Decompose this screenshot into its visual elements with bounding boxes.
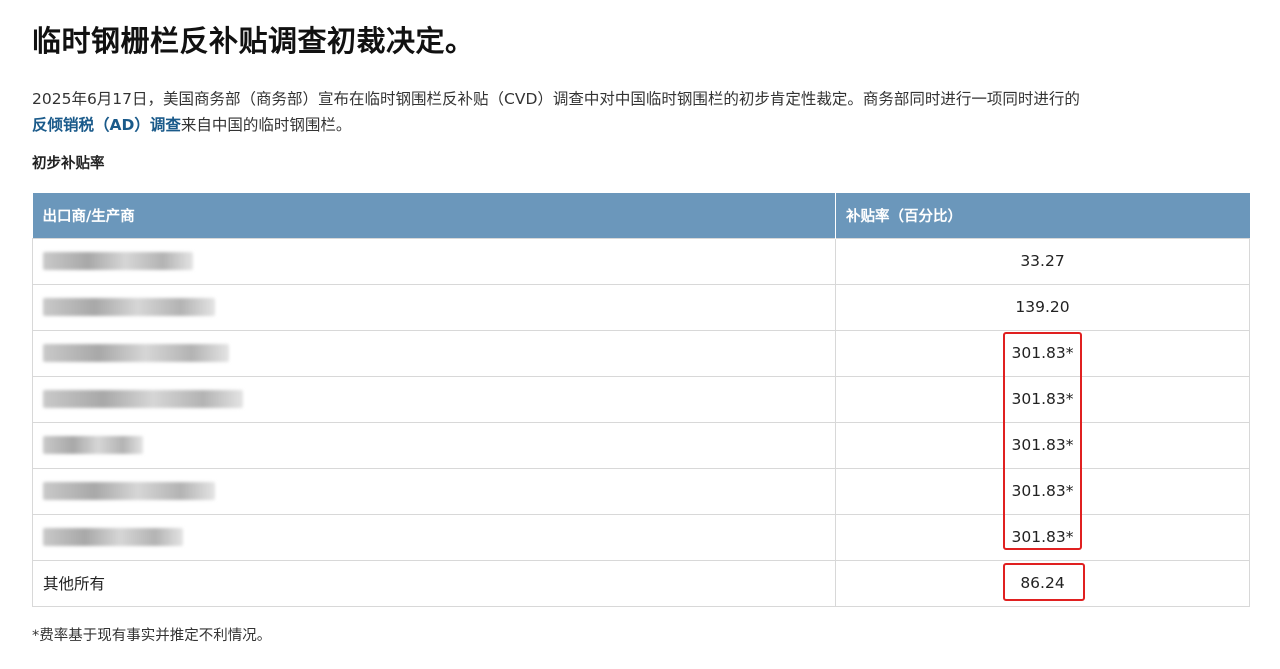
header-rate: 补贴率（百分比） [835,193,1250,238]
intro-paragraph: 2025年6月17日，美国商务部（商务部）宣布在临时钢围栏反补贴（CVD）调查中… [32,86,1232,138]
exporter-name-redacted [32,467,836,515]
redaction-blur [43,344,229,363]
table-row: 139.20 [32,283,1250,331]
redaction-blur [43,390,243,409]
exporter-name-redacted [32,329,836,377]
redaction-blur [43,528,183,547]
intro-text: 2025年6月17日，美国商务部（商务部）宣布在临时钢围栏反补贴（CVD）调查中… [32,90,1080,108]
rate-value: 139.20 [835,283,1250,331]
redaction-blur [43,298,215,317]
rate-value: 33.27 [835,237,1250,285]
exporter-name: 其他所有 [32,559,836,607]
exporter-name-redacted [32,513,836,561]
intro-text-tail: 来自中国的临时钢围栏。 [180,116,352,134]
exporter-name-redacted [32,421,836,469]
redaction-blur [43,436,143,455]
footnote: *费率基于现有事实并推定不利情况。 [32,628,272,644]
page-title: 临时钢栅栏反补贴调查初裁决定。 [32,24,475,58]
section-heading: 初步补贴率 [32,156,105,172]
exporter-name-redacted [32,283,836,331]
table-row: 33.27 [32,237,1250,285]
redaction-blur [43,482,215,501]
table-header-row: 出口商/生产商 补贴率（百分比） [32,193,1250,238]
highlight-box-all-others-rate [1003,563,1085,601]
redaction-blur [43,252,193,271]
exporter-name-redacted [32,375,836,423]
header-exporter: 出口商/生产商 [32,193,836,238]
highlight-box-301-rates [1003,332,1082,550]
exporter-name-redacted [32,237,836,285]
ad-investigation-link[interactable]: 反倾销税（AD）调查 [32,116,181,134]
